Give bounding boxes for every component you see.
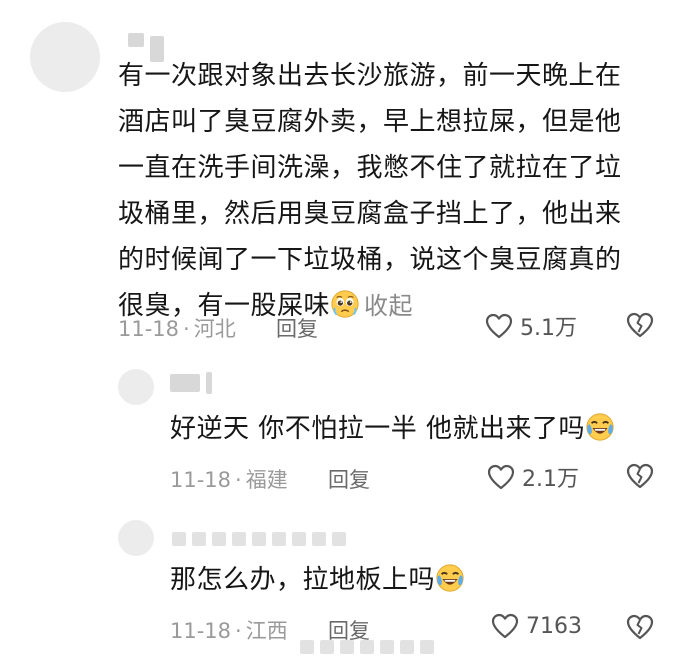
broken-heart-icon <box>626 614 654 640</box>
username-redacted[interactable] <box>172 532 346 546</box>
meta-separator: · <box>235 619 242 643</box>
pleading-face-emoji-icon <box>331 290 359 318</box>
comment-line: 一直在洗手间洗澡，我憋不住了就拉在了垃 <box>118 153 622 183</box>
comment-line: 有一次跟对象出去长沙旅游，前一天晚上在 <box>118 61 622 91</box>
comment-body: 好逆天 你不怕拉一半 他就出来了吗 <box>170 414 586 444</box>
comment-location: 福建 <box>245 468 288 492</box>
watermark-pattern <box>300 640 434 654</box>
comment-meta: 11-18 · 江西 <box>170 615 288 645</box>
like-button[interactable]: 2.1万 <box>486 461 579 493</box>
dislike-button[interactable] <box>624 311 656 343</box>
heart-outline-icon <box>487 464 515 490</box>
heart-outline-icon <box>491 613 519 639</box>
comment-text: 那怎么办，拉地板上吗 <box>170 557 465 603</box>
meta-separator: · <box>235 468 242 492</box>
dislike-button[interactable] <box>624 613 656 645</box>
comment-meta: 11-18 · 福建 <box>170 464 288 494</box>
dislike-button[interactable] <box>624 462 656 494</box>
reply-button[interactable]: 回复 <box>276 313 318 343</box>
comment-location: 江西 <box>245 619 288 643</box>
comment-line: 的时候闻了一下垃圾桶，说这个臭豆腐真的 <box>118 245 622 275</box>
comment-date: 11-18 <box>170 468 232 492</box>
reply-button[interactable]: 回复 <box>328 464 370 494</box>
like-count: 7163 <box>526 613 582 639</box>
comment-meta: 11-18 · 河北 <box>118 313 236 343</box>
comment-date: 11-18 <box>170 619 232 643</box>
comment-body: 那怎么办，拉地板上吗 <box>170 565 436 595</box>
comment-line: 圾桶里，然后用臭豆腐盒子挡上了，他出来 <box>118 199 622 229</box>
comment-line: 酒店叫了臭豆腐外卖，早上想拉屎，但是他 <box>118 107 622 137</box>
laughing-crying-face-emoji-icon <box>586 413 614 441</box>
broken-heart-icon <box>626 463 654 489</box>
comment-location: 河北 <box>193 317 236 341</box>
like-count: 2.1万 <box>522 467 579 492</box>
username-redacted[interactable] <box>170 372 212 394</box>
like-button[interactable]: 5.1万 <box>484 310 577 342</box>
like-button[interactable]: 7163 <box>490 612 582 640</box>
like-count: 5.1万 <box>520 316 577 341</box>
meta-separator: · <box>183 317 190 341</box>
comment-text: 好逆天 你不怕拉一半 他就出来了吗 <box>170 406 615 452</box>
heart-outline-icon <box>485 313 513 339</box>
avatar[interactable] <box>118 369 154 405</box>
broken-heart-icon <box>626 312 654 338</box>
collapse-link[interactable]: 收起 <box>364 292 413 320</box>
comment-text: 有一次跟对象出去长沙旅游，前一天晚上在 酒店叫了臭豆腐外卖，早上想拉屎，但是他 … <box>118 53 622 329</box>
avatar[interactable] <box>30 22 100 92</box>
comment-date: 11-18 <box>118 317 180 341</box>
laughing-crying-face-emoji-icon <box>436 564 464 592</box>
avatar[interactable] <box>118 520 154 556</box>
